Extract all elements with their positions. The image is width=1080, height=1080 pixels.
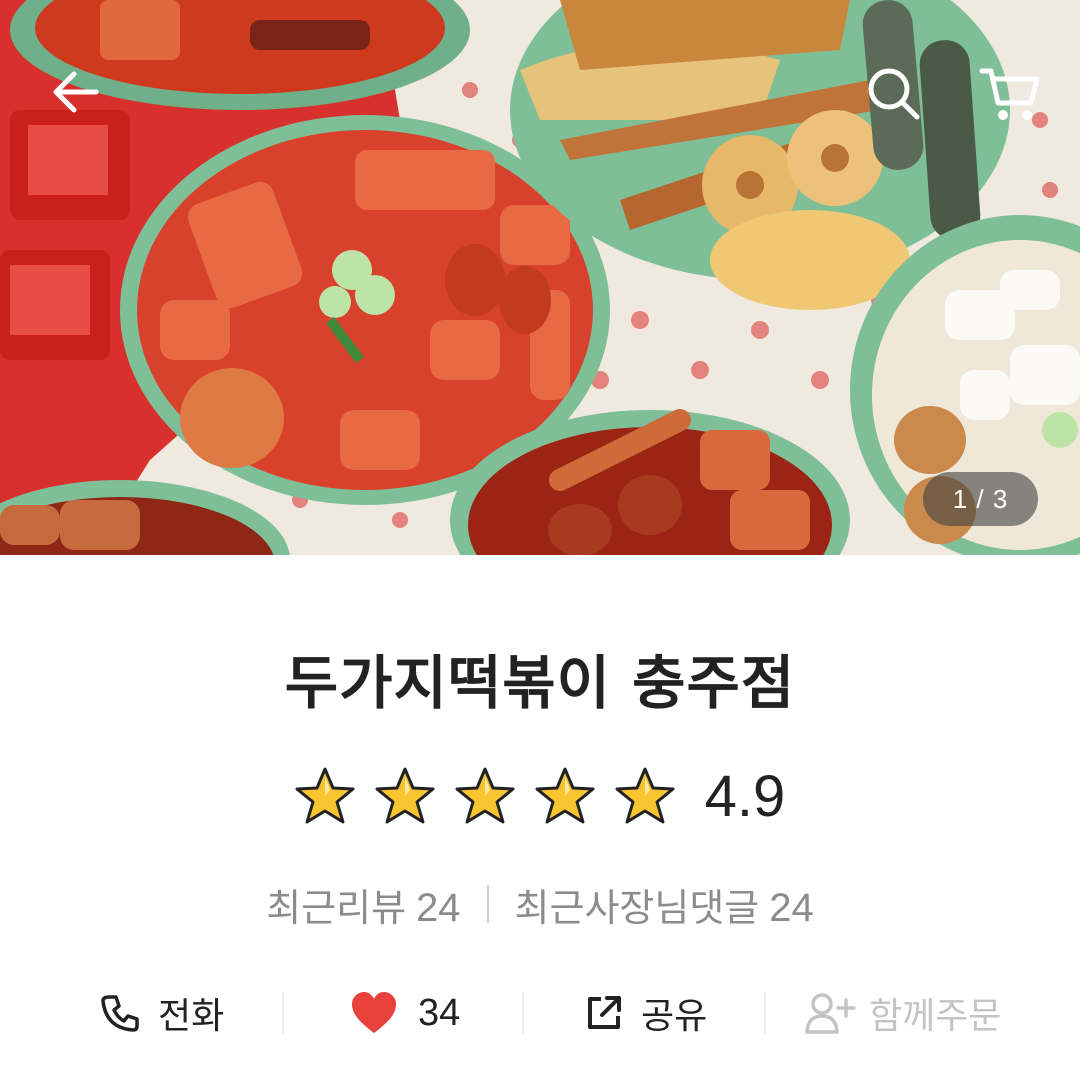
star-icon — [375, 766, 435, 826]
rating-stars — [295, 766, 675, 826]
back-button[interactable] — [40, 56, 112, 128]
group-order-label: 함께주문 — [869, 996, 1002, 1037]
store-detail-page: 1 / 3 두가지떡볶이 충주점 4.9 최근리뷰 24 최근사장님댓글 24 전화 — [0, 0, 1080, 1080]
divider — [282, 992, 284, 1034]
store-name: 두가지떡볶이 충주점 — [284, 649, 796, 717]
phone-icon — [101, 995, 139, 1032]
rating-value: 4.9 — [704, 763, 786, 829]
like-button[interactable]: 34 — [350, 982, 460, 1044]
share-icon — [588, 996, 621, 1029]
share-label: 공유 — [641, 996, 708, 1037]
cart-icon — [979, 68, 1040, 120]
call-button[interactable]: 전화 — [100, 982, 224, 1044]
star-icon — [615, 766, 675, 826]
group-order-button[interactable]: 함께주문 — [805, 982, 1001, 1044]
owner-replies-count: 24 — [769, 885, 814, 930]
call-label: 전화 — [158, 996, 225, 1037]
search-icon — [868, 68, 920, 120]
recent-reviews-label: 최근리뷰 — [266, 885, 407, 930]
divider — [764, 992, 766, 1034]
add-person-icon — [805, 993, 856, 1034]
store-photo-carousel[interactable]: 1 / 3 — [0, 0, 1080, 555]
action-bar: 전화 34 공유 함께주문 — [0, 982, 1080, 1044]
search-button[interactable] — [858, 58, 930, 130]
divider — [522, 992, 524, 1034]
star-icon — [295, 766, 355, 826]
star-icon — [455, 766, 515, 826]
divider — [486, 885, 489, 923]
share-button[interactable]: 공유 — [585, 982, 707, 1044]
star-icon — [535, 766, 595, 826]
owner-replies-link[interactable]: 최근사장님댓글 24 — [515, 877, 814, 932]
like-count: 34 — [418, 991, 461, 1034]
review-counts: 최근리뷰 24 최근사장님댓글 24 — [0, 876, 1080, 932]
carousel-page-indicator: 1 / 3 — [923, 472, 1038, 526]
recent-reviews-link[interactable]: 최근리뷰 24 — [266, 877, 460, 932]
cart-button[interactable] — [970, 58, 1050, 130]
recent-reviews-count: 24 — [416, 885, 461, 930]
heart-icon — [352, 992, 396, 1033]
arrow-left-icon — [53, 71, 99, 113]
owner-replies-label: 최근사장님댓글 — [514, 885, 760, 930]
rating-row[interactable]: 4.9 — [0, 758, 1080, 834]
